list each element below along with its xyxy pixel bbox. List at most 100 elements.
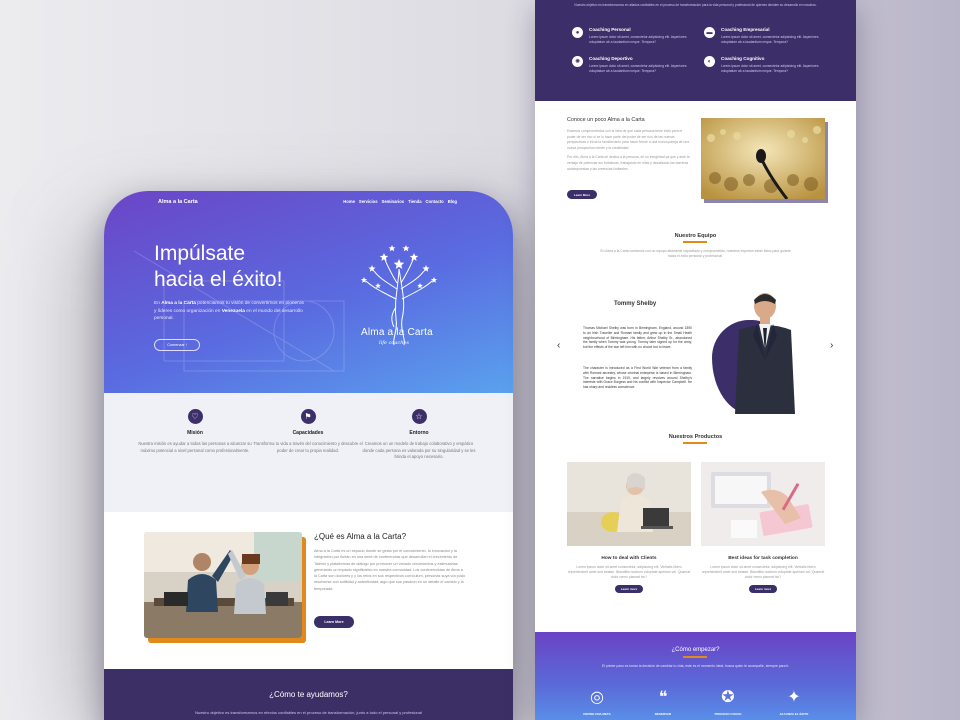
feature-title: Capacidades [292,430,324,436]
team-highfive-photo [144,532,302,638]
hero-title-line1: Impúlsate [154,242,246,265]
services-section: Nuestro objetivo es transformarnos en al… [535,0,856,101]
start-button[interactable]: Comenzar ! [154,339,200,351]
carousel-next-icon[interactable]: › [830,340,833,351]
landing-page-right: Nuestro objetivo es transformarnos en al… [535,0,856,720]
hero-title: Impúlsate hacia el éxito! [154,241,314,293]
feature-description: Nuestra misión es ayudar a todas las per… [138,441,252,453]
start-title-underline [683,656,707,658]
service-title: Coaching Deportivo [589,56,633,61]
carousel-prev-icon[interactable]: ‹ [557,340,560,351]
nav-blog[interactable]: Blog [448,199,457,204]
brand-name: Alma a la Carta [361,327,433,338]
product-card-2: Best ideas for task completion Lorem ips… [701,462,825,593]
product-learn-more-button-2[interactable]: Learn more [749,585,777,593]
step-label: RESERVAR [654,712,672,716]
feature-title: Misión [187,430,203,436]
heart-icon: ♡ [187,409,203,424]
products-title: Nuestros Productos [668,434,723,440]
member-photo [735,293,795,414]
briefcase-icon: ▬ [704,27,715,38]
help-title: ¿Cómo te ayudamos? [269,690,348,699]
chat-icon: ❝ [658,689,668,706]
product-learn-more-button-1[interactable]: Learn more [615,585,643,593]
nav-servicios[interactable]: Servicios [359,199,378,204]
service-description: Lorem ipsum dolor sit amet, consectetur … [721,64,819,73]
brand-tagline: life coaches [379,340,409,346]
conference-photo [701,118,825,199]
site-logo[interactable]: Alma a la Carta [158,199,198,205]
feature-title: Entorno [409,430,429,436]
hero-text-pre: En [154,301,160,306]
success-icon: ✦ [787,689,801,706]
help-text: Nuestro objetivo es transformarnos en ef… [195,710,422,715]
star-icon: ☆ [411,409,427,424]
about-learn-more-button[interactable]: Learn More [314,616,354,628]
team-intro: En Alma a la Carta contamos con un equip… [600,249,791,259]
step-success[interactable]: ✦ ALCANZA EL ÉXITO [769,688,819,716]
sport-icon: ✺ [572,56,583,67]
know-learn-more-button[interactable]: Learn More [567,190,597,199]
service-coaching-cognitivo[interactable]: ◐ Coaching Cognitivo Lorem ipsum dolor s… [704,56,824,82]
service-description: Lorem ipsum dolor sit amet, consectetur … [589,35,687,44]
start-text: El primer paso es tomar la decisión de c… [601,664,790,668]
hero-text-country: Venezuela [221,308,245,314]
product-card-1: How to deal with Clients Lorem ipsum dol… [567,462,691,593]
step-label: PROCESO COACH [714,712,742,716]
feature-mision: ♡ Misión Nuestra misión es ayudar a toda… [135,409,255,454]
about-title: ¿Qué es Alma a la Carta? [314,532,407,541]
team-title: Nuestro Equipo [674,233,717,239]
main-nav: Home Servicios Seminarios Tienda Contact… [343,199,457,204]
product-description-1: Lorem ipsum dolor sit amet consectetur, … [567,565,691,579]
service-coaching-empresarial[interactable]: ▬ Coaching Empresarial Lorem ipsum dolor… [704,27,824,53]
flag-icon: ⚑ [300,409,316,424]
know-title: Conoce un poco Alma a la Carta [567,117,645,123]
product-image-1 [567,462,691,546]
service-coaching-deportivo[interactable]: ✺ Coaching Deportivo Lorem ipsum dolor s… [572,56,692,82]
know-text: Estamos comprometidos con la idea de que… [567,129,691,172]
feature-capacidades: ⚑ Capacidades Transforma tu vida a travé… [248,409,368,454]
feature-entorno: ☆ Entorno Creamos un un modelo de trabaj… [359,409,479,461]
member-bio-2: The character is introduced as a First W… [583,366,692,390]
landing-page-left: Alma a la Carta Home Servicios Seminario… [104,191,513,720]
start-title: ¿Cómo empezar? [671,647,720,653]
nav-contacto[interactable]: Contacto [426,199,444,204]
feature-description: Creamos un un modelo de trabajo colabora… [362,441,476,459]
service-description: Lorem ipsum dolor sit amet, consectetur … [721,35,819,44]
hero-title-line2: hacia el éxito! [154,268,283,291]
help-section: ¿Cómo te ayudamos? Nuestro objetivo es t… [104,669,513,720]
product-description-2: Lorem ipsum dolor sit amet consectetur, … [701,565,825,579]
member-name: Tommy Shelby [614,301,657,307]
product-title-1: How to deal with Clients [601,556,657,561]
step-reserve[interactable]: ❝ RESERVAR [638,688,688,716]
step-define-goal[interactable]: ◎ DEFINE UNA META [572,688,622,716]
feature-description: Transforma tu vida a través del conocimi… [253,441,363,453]
hero-text-brand: Alma a la Carta [161,301,196,306]
target-icon: ◎ [590,689,604,706]
products-title-underline [683,442,707,444]
service-title: Coaching Empresarial [721,27,770,32]
service-title: Coaching Personal [589,27,631,32]
member-bio-1: Thomas Michael Shelby was born in Birmin… [583,326,692,350]
step-label: ALCANZA EL ÉXITO [779,712,809,716]
service-description: Lorem ipsum dolor sit amet, consectetur … [589,64,687,73]
about-text: Alma a la Carta es un espacio donde se g… [314,549,466,591]
brain-icon: ◐ [704,56,715,67]
about-section: ¿Qué es Alma a la Carta? Alma a la Carta… [104,512,513,669]
service-title: Coaching Cognitivo [721,56,765,61]
nav-seminarios[interactable]: Seminarios [382,199,405,204]
product-title-2: Best ideas for task completion [728,556,798,561]
features-section: ♡ Misión Nuestra misión es ayudar a toda… [104,393,513,512]
nav-home[interactable]: Home [343,199,355,204]
product-image-2 [701,462,825,546]
services-intro: Nuestro objetivo es transformarnos en al… [574,3,817,7]
nav-tienda[interactable]: Tienda [408,199,421,204]
service-coaching-personal[interactable]: ● Coaching Personal Lorem ipsum dolor si… [572,27,692,53]
head-icon: ✪ [721,689,735,706]
hero-section: Alma a la Carta Home Servicios Seminario… [104,191,513,393]
know-paragraph-1: Estamos comprometidos con la idea de que… [567,129,690,150]
step-label: DEFINE UNA META [583,712,611,716]
know-paragraph-2: Por ello, Alma a la Carta se dedica a la… [567,155,690,171]
team-title-underline [683,241,707,243]
step-coach-process[interactable]: ✪ PROCESO COACH [703,688,753,716]
